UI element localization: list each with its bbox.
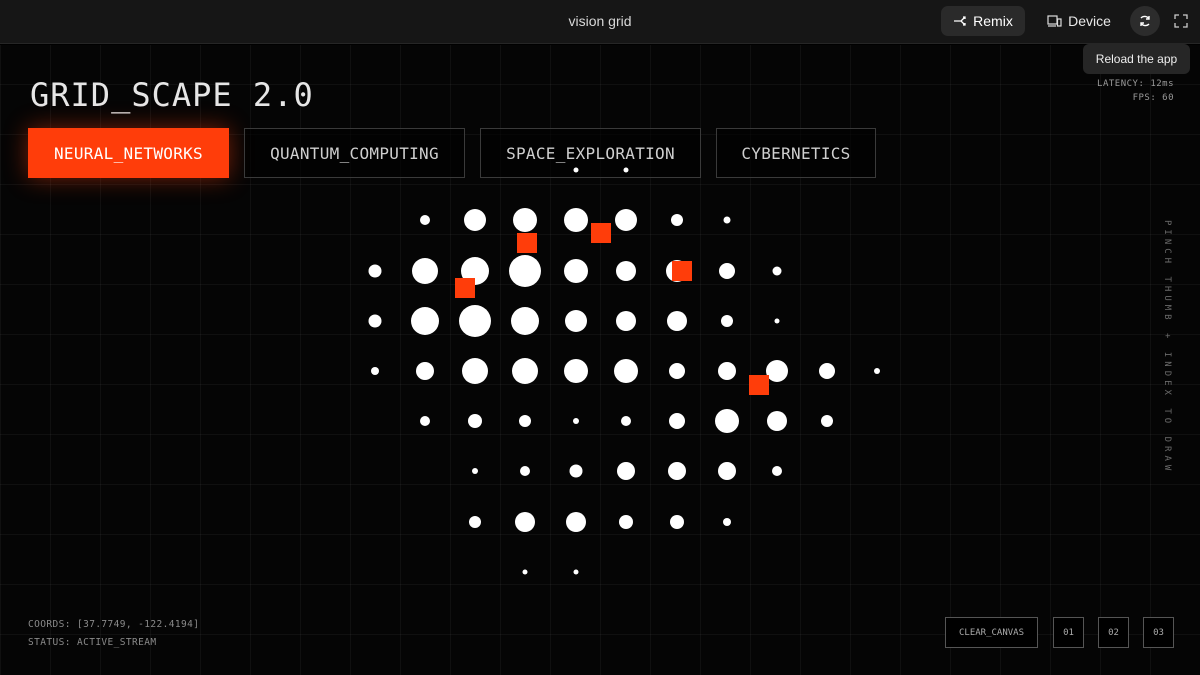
grid-dot (472, 468, 478, 474)
remix-label: Remix (973, 13, 1013, 29)
drawn-square (455, 278, 475, 298)
coords-readout: COORDS: [37.7749, -122.4194] (28, 619, 200, 630)
preset-03-button[interactable]: 03 (1143, 617, 1174, 648)
drawn-square (749, 375, 769, 395)
device-label: Device (1068, 13, 1111, 29)
remix-icon (954, 16, 966, 26)
grid-dot (566, 512, 586, 532)
stream-status: STATUS: ACTIVE_STREAM (28, 637, 157, 648)
grid-dot (723, 518, 731, 526)
grid-dot (564, 259, 588, 283)
grid-dot (573, 569, 579, 575)
grid-dot (573, 167, 579, 173)
grid-dot (509, 255, 541, 287)
status-block: COORDS: [37.7749, -122.4194] STATUS: ACT… (28, 616, 199, 652)
grid-dot (565, 310, 587, 332)
device-icon (1047, 15, 1062, 27)
grid-dot (772, 266, 782, 276)
grid-dot (519, 415, 531, 427)
clear-canvas-button[interactable]: CLEAR_CANVAS (945, 617, 1038, 648)
grid-dot (874, 368, 880, 374)
grid-dot (520, 466, 530, 476)
grid-dot (368, 314, 382, 328)
grid-dot (819, 363, 835, 379)
drawn-square (672, 261, 692, 281)
grid-dot (464, 209, 486, 231)
grid-dot (512, 358, 538, 384)
grid-dot (621, 416, 631, 426)
fullscreen-icon (1174, 14, 1188, 28)
grid-dot (515, 512, 535, 532)
grid-dot (718, 362, 736, 380)
grid-dot (766, 360, 788, 382)
fullscreen-button[interactable] (1170, 6, 1192, 36)
grid-dot (669, 413, 685, 429)
grid-dot (468, 414, 482, 428)
grid-dot (616, 261, 636, 281)
grid-dot (469, 516, 481, 528)
grid-dot (774, 318, 780, 324)
remix-button[interactable]: Remix (941, 6, 1025, 36)
grid-dot (564, 208, 588, 232)
preset-02-button[interactable]: 02 (1098, 617, 1129, 648)
grid-dot (459, 305, 491, 337)
grid-dot (411, 307, 439, 335)
grid-dot (667, 311, 687, 331)
grid-dot (617, 462, 635, 480)
reload-tooltip: Reload the app (1083, 44, 1190, 74)
grid-dot (420, 416, 430, 426)
grid-dot (371, 367, 379, 375)
reload-icon (1140, 15, 1150, 27)
dot-field[interactable] (0, 45, 1200, 675)
grid-dot (462, 358, 488, 384)
grid-dot (416, 362, 434, 380)
grid-dot (569, 464, 583, 478)
drawn-square (517, 233, 537, 253)
grid-dot (615, 209, 637, 231)
grid-dot (721, 315, 733, 327)
grid-dot (619, 515, 633, 529)
grid-dot (772, 466, 782, 476)
grid-dot (718, 462, 736, 480)
device-button[interactable]: Device (1044, 6, 1114, 36)
grid-dot (573, 418, 579, 424)
grid-dot (616, 311, 636, 331)
grid-dot (412, 258, 438, 284)
grid-dot (719, 263, 735, 279)
grid-dot (513, 208, 537, 232)
grid-dot (670, 515, 684, 529)
grid-dot (368, 264, 382, 278)
drawn-square (591, 223, 611, 243)
reload-button[interactable] (1130, 6, 1160, 36)
grid-dot (671, 214, 683, 226)
preset-01-button[interactable]: 01 (1053, 617, 1084, 648)
app-stage[interactable]: GRID_SCAPE 2.0 LATENCY: 12ms FPS: 60 NEU… (0, 45, 1200, 675)
grid-dot (767, 411, 787, 431)
grid-dot (623, 167, 629, 173)
grid-dot (614, 359, 638, 383)
grid-dot (723, 216, 731, 224)
grid-dot (821, 415, 833, 427)
grid-dot (420, 215, 430, 225)
grid-dot (564, 359, 588, 383)
grid-dot (669, 363, 685, 379)
app-top-bar: vision grid Remix Device (0, 0, 1200, 44)
grid-dot (668, 462, 686, 480)
grid-dot (511, 307, 539, 335)
grid-dot (715, 409, 739, 433)
grid-dot (522, 569, 528, 575)
